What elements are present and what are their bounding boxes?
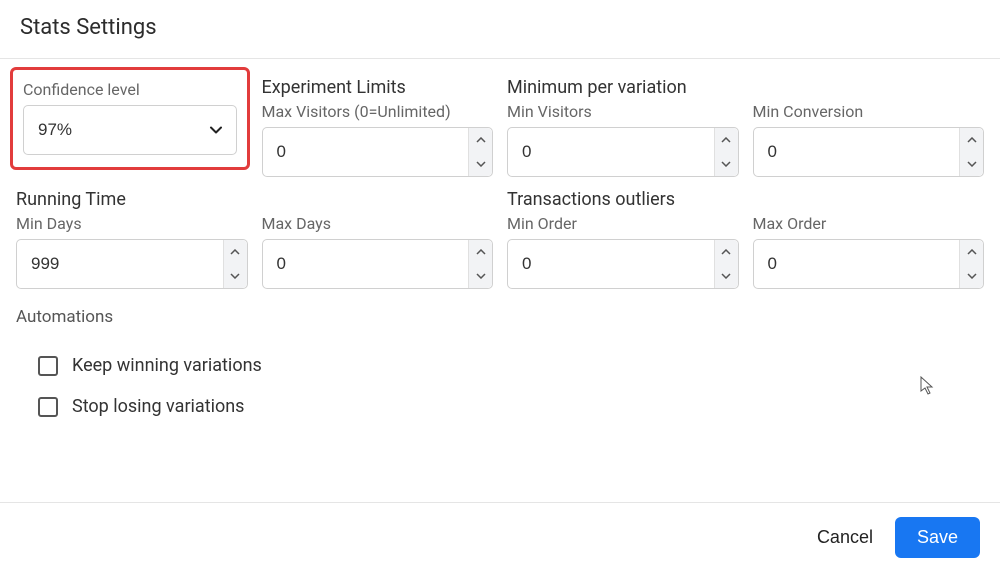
max-days-input-wrap — [262, 239, 494, 289]
min-conversion-spinner — [959, 128, 983, 176]
max-order-input-wrap — [753, 239, 985, 289]
min-days-spinner — [223, 240, 247, 288]
min-visitors-input-wrap — [507, 127, 739, 177]
col-max-order: Max Order — [753, 189, 985, 289]
spinner-up-icon[interactable] — [960, 128, 983, 152]
max-days-label: Max Days — [262, 214, 494, 233]
min-conversion-label: Min Conversion — [753, 102, 985, 121]
stop-losing-row: Stop losing variations — [16, 386, 984, 427]
keep-winning-label: Keep winning variations — [72, 355, 262, 376]
stop-losing-checkbox[interactable] — [38, 397, 58, 417]
chevron-down-icon[interactable] — [196, 106, 236, 154]
save-button[interactable]: Save — [895, 517, 980, 558]
spinner-up-icon[interactable] — [469, 128, 492, 152]
spinner-up-icon[interactable] — [715, 240, 738, 264]
min-days-input-wrap — [16, 239, 248, 289]
spinner-down-icon[interactable] — [224, 264, 247, 288]
min-conversion-input-wrap — [753, 127, 985, 177]
min-days-label: Min Days — [16, 214, 248, 233]
footer: Cancel Save — [0, 502, 1000, 572]
spinner-down-icon[interactable] — [469, 152, 492, 176]
spinner-up-icon[interactable] — [960, 240, 983, 264]
spacer-heading-2 — [262, 189, 494, 210]
col-min-days: Running Time Min Days — [16, 189, 248, 289]
running-time-heading: Running Time — [16, 189, 248, 210]
spinner-up-icon[interactable] — [715, 128, 738, 152]
confidence-highlight-box: Confidence level — [10, 67, 250, 170]
col-min-visitors: Minimum per variation Min Visitors — [507, 77, 739, 177]
max-visitors-input[interactable] — [263, 128, 469, 176]
spinner-up-icon[interactable] — [224, 240, 247, 264]
col-experiment-limits: Experiment Limits Max Visitors (0=Unlimi… — [262, 77, 494, 177]
settings-form: Confidence level Experiment Limits Max V… — [0, 59, 1000, 427]
row-2: Running Time Min Days Max Days — [16, 189, 984, 289]
automations-section: Automations Keep winning variations Stop… — [16, 307, 984, 427]
min-conversion-input[interactable] — [754, 128, 960, 176]
max-days-spinner — [468, 240, 492, 288]
stop-losing-label: Stop losing variations — [72, 396, 244, 417]
min-visitors-spinner — [714, 128, 738, 176]
row-1: Confidence level Experiment Limits Max V… — [16, 77, 984, 177]
min-days-input[interactable] — [17, 240, 223, 288]
confidence-label: Confidence level — [23, 80, 237, 99]
col-max-days: Max Days — [262, 189, 494, 289]
spinner-down-icon[interactable] — [715, 264, 738, 288]
page-title: Stats Settings — [0, 0, 1000, 58]
spinner-up-icon[interactable] — [469, 240, 492, 264]
transactions-outliers-heading: Transactions outliers — [507, 189, 739, 210]
experiment-limits-heading: Experiment Limits — [262, 77, 494, 98]
spinner-down-icon[interactable] — [960, 264, 983, 288]
max-order-label: Max Order — [753, 214, 985, 233]
col-min-order: Transactions outliers Min Order — [507, 189, 739, 289]
min-order-label: Min Order — [507, 214, 739, 233]
col-confidence: Confidence level — [16, 77, 248, 177]
max-order-input[interactable] — [754, 240, 960, 288]
spinner-down-icon[interactable] — [960, 152, 983, 176]
spinner-down-icon[interactable] — [715, 152, 738, 176]
max-visitors-spinner — [468, 128, 492, 176]
spinner-down-icon[interactable] — [469, 264, 492, 288]
min-order-input-wrap — [507, 239, 739, 289]
max-days-input[interactable] — [263, 240, 469, 288]
min-visitors-label: Min Visitors — [507, 102, 739, 121]
max-visitors-input-wrap — [262, 127, 494, 177]
min-visitors-input[interactable] — [508, 128, 714, 176]
keep-winning-row: Keep winning variations — [16, 345, 984, 386]
confidence-select[interactable] — [23, 105, 237, 155]
spacer-heading-3 — [753, 189, 985, 210]
max-order-spinner — [959, 240, 983, 288]
col-min-conversion: Min Conversion — [753, 77, 985, 177]
min-per-variation-heading: Minimum per variation — [507, 77, 739, 98]
min-order-input[interactable] — [508, 240, 714, 288]
spacer-heading-1 — [753, 77, 985, 98]
cancel-button[interactable]: Cancel — [817, 527, 873, 548]
confidence-value[interactable] — [24, 106, 196, 154]
min-order-spinner — [714, 240, 738, 288]
keep-winning-checkbox[interactable] — [38, 356, 58, 376]
max-visitors-label: Max Visitors (0=Unlimited) — [262, 102, 494, 121]
automations-heading: Automations — [16, 307, 984, 327]
